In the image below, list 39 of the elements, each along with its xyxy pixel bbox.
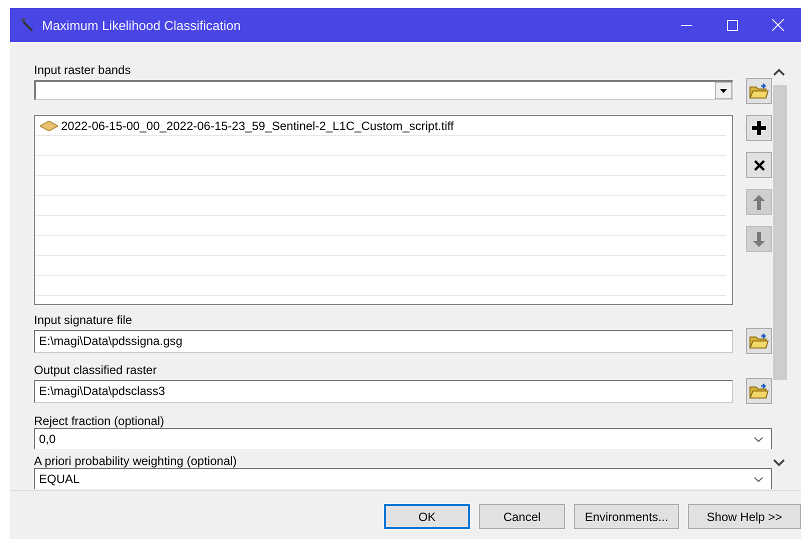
remove-button[interactable] bbox=[746, 152, 772, 178]
close-icon bbox=[754, 160, 764, 170]
dropdown-arrow-icon bbox=[715, 82, 732, 99]
dropdown-field[interactable]: 0,0 bbox=[34, 428, 772, 449]
add-button[interactable] bbox=[746, 115, 772, 141]
minimize-icon bbox=[680, 24, 692, 26]
field-label: Output classified raster bbox=[34, 363, 157, 377]
up-arrow-icon bbox=[753, 194, 765, 210]
scroll-up-icon[interactable] bbox=[773, 68, 785, 76]
show-help-button[interactable]: Show Help >> bbox=[688, 504, 801, 529]
environments-button[interactable]: Environments... bbox=[574, 504, 679, 529]
list-item[interactable]: 2022-06-15-00_00_2022-06-15-23_59_Sentinel-2_L1C_Custom_script.tiff bbox=[35, 116, 726, 136]
field-label: A priori probability weighting (optional) bbox=[34, 454, 237, 468]
maximize-icon bbox=[726, 20, 738, 30]
close-icon bbox=[772, 19, 784, 31]
raster-layer-icon bbox=[40, 120, 58, 130]
down-arrow-icon bbox=[753, 232, 765, 246]
hammer-icon bbox=[18, 17, 34, 33]
browse-button[interactable] bbox=[746, 78, 772, 104]
scrollbar-thumb[interactable] bbox=[773, 85, 787, 380]
cancel-button[interactable]: Cancel bbox=[479, 504, 565, 529]
plus-icon bbox=[752, 121, 766, 135]
field-label: Reject fraction (optional) bbox=[34, 414, 164, 428]
ok-button[interactable]: OK bbox=[384, 504, 470, 529]
chevron-down-icon bbox=[754, 436, 763, 442]
browse-button[interactable] bbox=[746, 328, 772, 354]
dropdown-field[interactable]: EQUAL bbox=[34, 468, 772, 489]
raster-combo-box[interactable] bbox=[34, 80, 733, 100]
folder-icon bbox=[749, 332, 769, 350]
scroll-down-icon[interactable] bbox=[773, 459, 785, 467]
field-label: Input raster bands bbox=[34, 63, 131, 77]
folder-icon bbox=[749, 382, 769, 400]
folder-icon bbox=[749, 82, 769, 100]
field-label: Input signature file bbox=[34, 313, 132, 327]
browse-button[interactable] bbox=[746, 378, 772, 404]
path-field[interactable]: E:\magi\Data\pdsclass3 bbox=[34, 380, 733, 403]
chevron-down-icon bbox=[754, 476, 763, 482]
path-field[interactable]: E:\magi\Data\pdssigna.gsg bbox=[34, 330, 733, 353]
window-title: Maximum Likelihood Classification bbox=[42, 18, 242, 32]
